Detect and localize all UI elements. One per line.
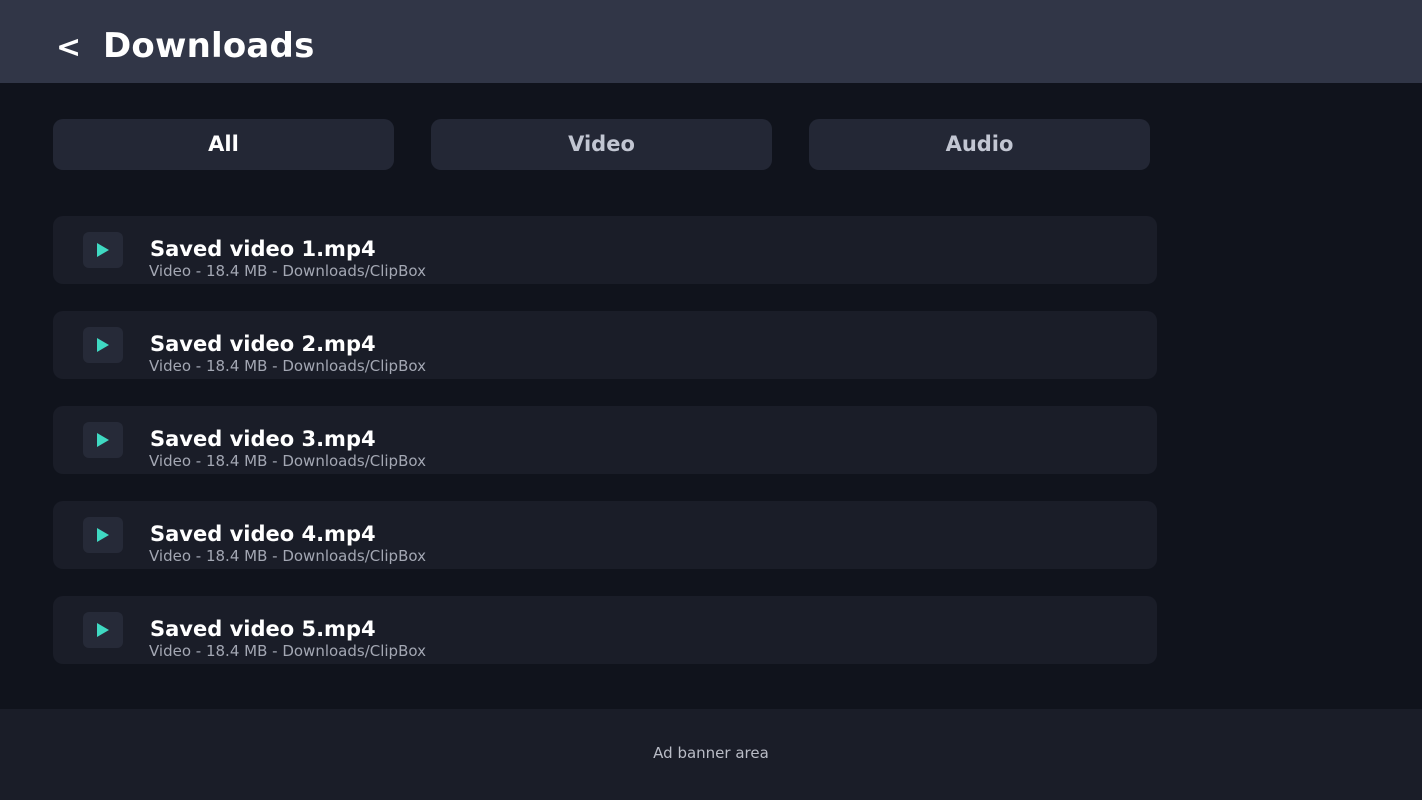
- download-meta: Video - 18.4 MB - Downloads/ClipBox: [149, 262, 426, 280]
- download-item-4[interactable]: Saved video 4.mp4 Video - 18.4 MB - Down…: [53, 501, 1157, 569]
- ad-banner-label: Ad banner area: [653, 744, 769, 762]
- page-title: Downloads: [103, 26, 315, 66]
- download-title: Saved video 5.mp4: [150, 617, 376, 641]
- download-item-3[interactable]: Saved video 3.mp4 Video - 18.4 MB - Down…: [53, 406, 1157, 474]
- play-button[interactable]: [83, 232, 123, 268]
- play-icon: [97, 528, 109, 542]
- play-button[interactable]: [83, 612, 123, 648]
- play-icon: [97, 433, 109, 447]
- download-title: Saved video 1.mp4: [150, 237, 376, 261]
- download-title: Saved video 4.mp4: [150, 522, 376, 546]
- download-meta: Video - 18.4 MB - Downloads/ClipBox: [149, 642, 426, 660]
- play-button[interactable]: [83, 327, 123, 363]
- download-item-2[interactable]: Saved video 2.mp4 Video - 18.4 MB - Down…: [53, 311, 1157, 379]
- tab-video[interactable]: Video: [431, 119, 772, 170]
- download-meta: Video - 18.4 MB - Downloads/ClipBox: [149, 452, 426, 470]
- play-button[interactable]: [83, 422, 123, 458]
- play-icon: [97, 338, 109, 352]
- play-icon: [97, 243, 109, 257]
- tab-all[interactable]: All: [53, 119, 394, 170]
- tab-audio[interactable]: Audio: [809, 119, 1150, 170]
- download-meta: Video - 18.4 MB - Downloads/ClipBox: [149, 357, 426, 375]
- play-button[interactable]: [83, 517, 123, 553]
- top-app-bar: < Downloads: [0, 0, 1422, 83]
- download-meta: Video - 18.4 MB - Downloads/ClipBox: [149, 547, 426, 565]
- play-icon: [97, 623, 109, 637]
- app-window: < Downloads All Video Audio Saved video …: [0, 0, 1422, 800]
- download-title: Saved video 2.mp4: [150, 332, 376, 356]
- back-button[interactable]: <: [56, 28, 86, 68]
- download-item-1[interactable]: Saved video 1.mp4 Video - 18.4 MB - Down…: [53, 216, 1157, 284]
- download-item-5[interactable]: Saved video 5.mp4 Video - 18.4 MB - Down…: [53, 596, 1157, 664]
- download-title: Saved video 3.mp4: [150, 427, 376, 451]
- ad-banner[interactable]: Ad banner area: [0, 709, 1422, 800]
